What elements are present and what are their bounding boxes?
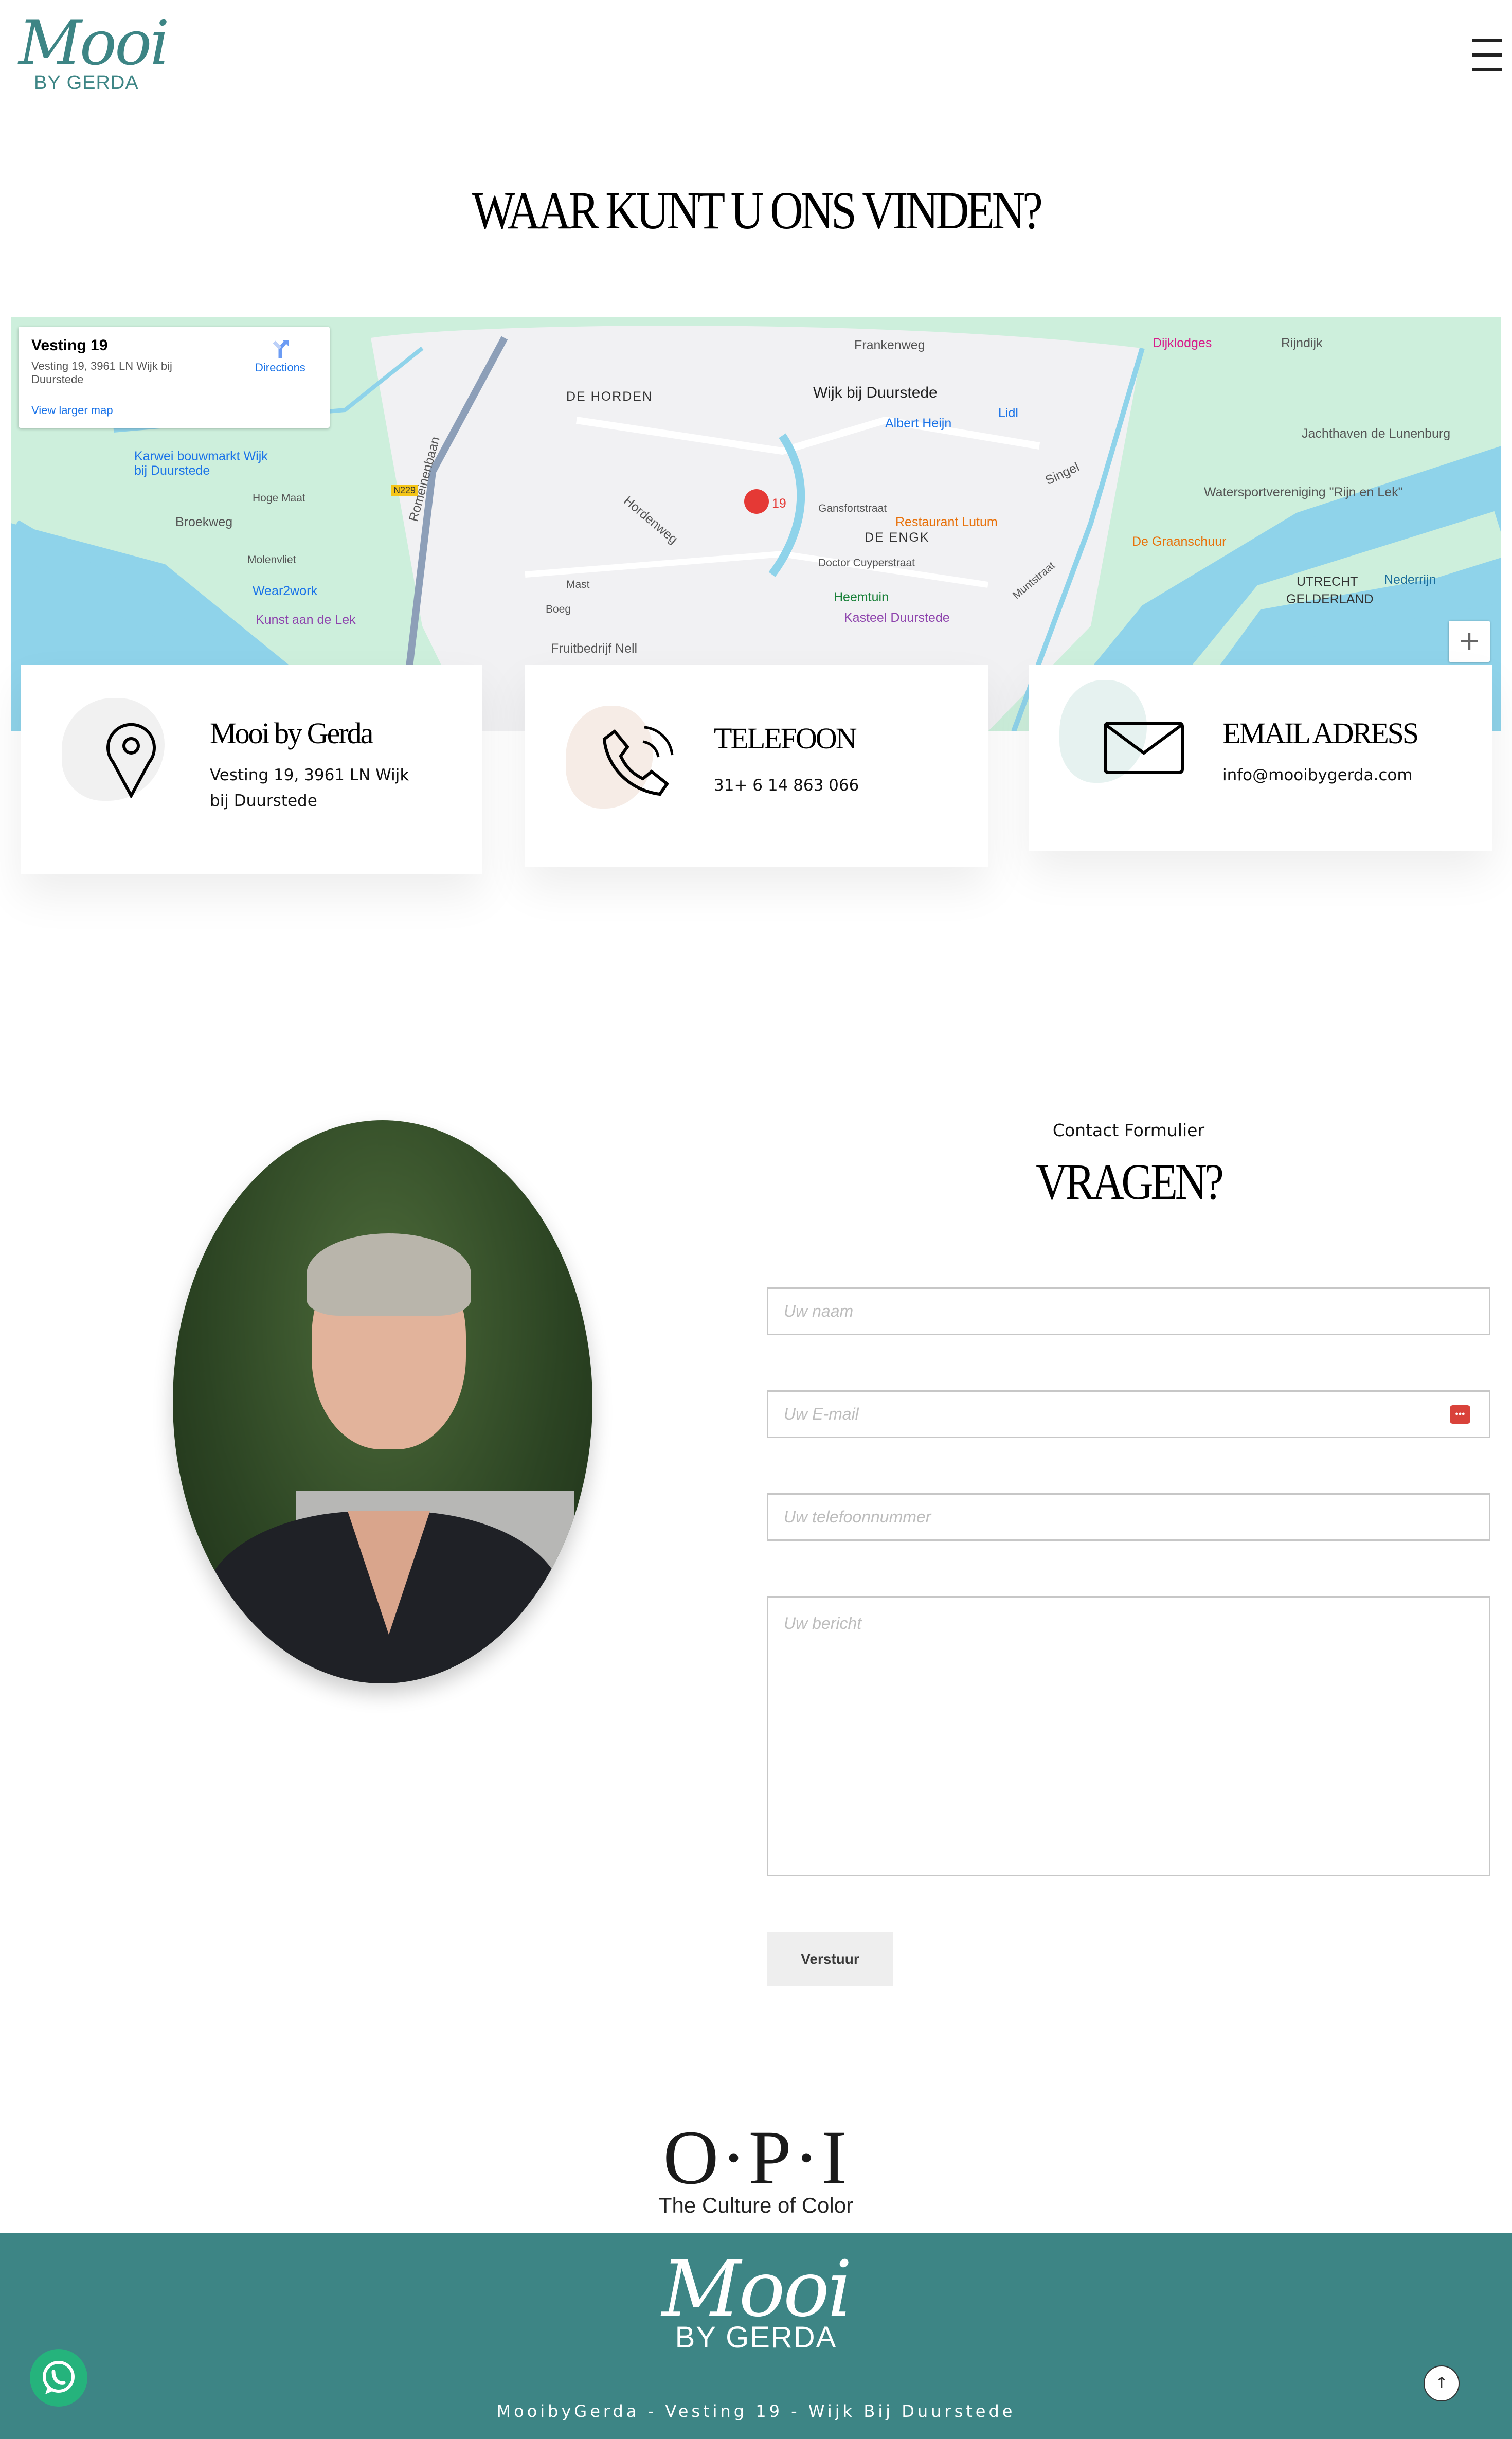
footer: Mooi BY GERDA MooibyGerda - Vesting 19 -…: [0, 2233, 1512, 2439]
password-manager-icon[interactable]: •••: [1450, 1405, 1470, 1424]
directions-icon: [273, 340, 289, 358]
view-larger-map-link[interactable]: View larger map: [31, 404, 113, 417]
opi-logo: O·P·I The Culture of Color: [658, 2115, 854, 2217]
scroll-top-button[interactable]: ↑: [1424, 2365, 1460, 2401]
map-pin: [744, 489, 769, 514]
name-input[interactable]: Uw naam: [767, 1287, 1490, 1335]
site-logo[interactable]: Mooi BY GERDA: [19, 10, 170, 98]
location-title: WAAR KUNT U ONS VINDEN?: [472, 181, 1042, 240]
email-input[interactable]: Uw E-mail •••: [767, 1390, 1490, 1438]
submit-button[interactable]: Verstuur: [767, 1932, 893, 1986]
portrait-photo: [173, 1120, 592, 1683]
phone-card: TELEFOON 31+ 6 14 863 066: [525, 665, 988, 867]
address-card: Mooi by Gerda Vesting 19, 3961 LN Wijk b…: [21, 665, 482, 874]
envelope-icon: [1104, 722, 1184, 774]
contact-title: VRAGEN?: [1036, 1153, 1224, 1210]
email-card: EMAIL ADRESS info@mooibygerda.com: [1029, 665, 1492, 851]
directions-button[interactable]: Directions: [255, 338, 305, 374]
hamburger-icon[interactable]: [1472, 39, 1502, 82]
footer-address: MooibyGerda - Vesting 19 - Wijk Bij Duur…: [496, 2401, 1016, 2421]
whatsapp-icon: [43, 2361, 75, 2394]
map-info-window: Vesting 19 Vesting 19, 3961 LN Wijk bij …: [19, 327, 330, 428]
message-textarea[interactable]: Uw bericht: [767, 1596, 1490, 1876]
map-pin-icon: [106, 723, 156, 798]
phone-icon: [602, 726, 674, 796]
contact-kicker: Contact Formulier: [1052, 1120, 1205, 1140]
phone-input[interactable]: Uw telefoonnummer: [767, 1493, 1490, 1541]
footer-logo[interactable]: Mooi BY GERDA: [653, 2248, 859, 2355]
whatsapp-button[interactable]: [30, 2349, 87, 2407]
zoom-in-button[interactable]: +: [1449, 621, 1490, 662]
